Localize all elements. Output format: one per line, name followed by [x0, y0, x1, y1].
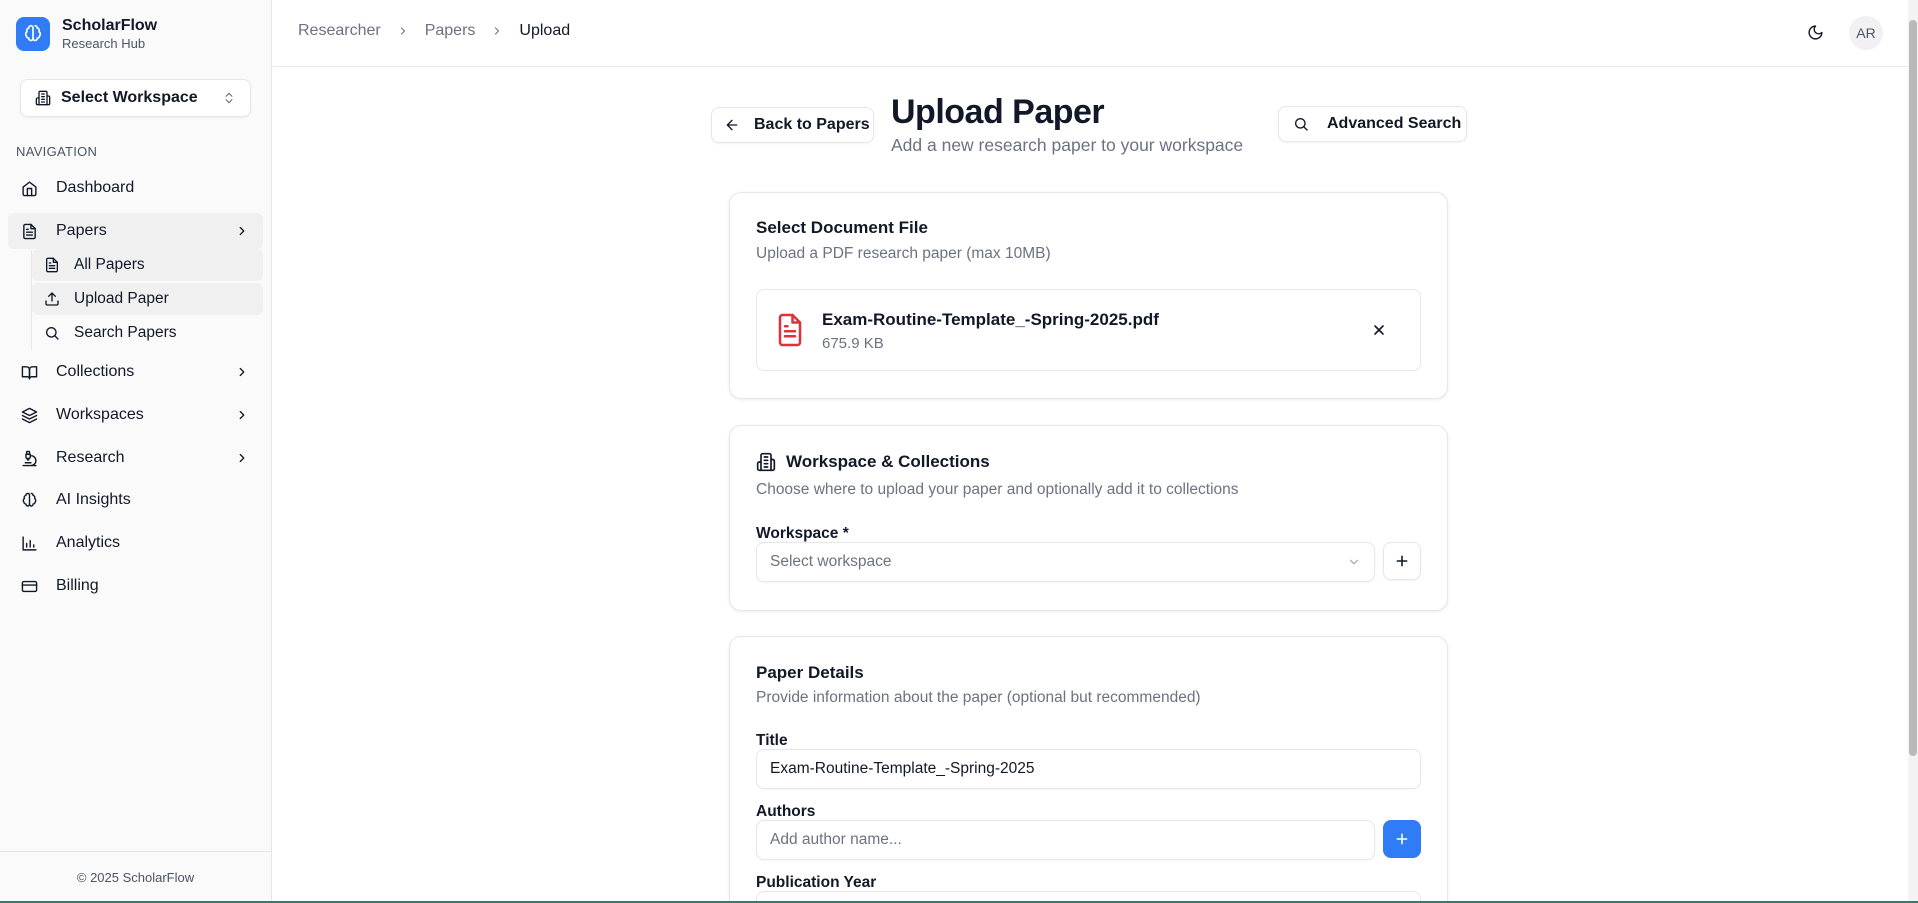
workspace-label: Workspace *	[756, 525, 849, 542]
nav-section-title: NAVIGATION	[16, 144, 98, 159]
close-icon	[1371, 322, 1387, 338]
sidebar-subitem-upload-paper[interactable]: Upload Paper	[32, 283, 263, 315]
home-icon	[20, 179, 38, 197]
card-title: Select Document File	[756, 218, 928, 237]
back-to-papers-button[interactable]: Back to Papers	[711, 107, 874, 143]
moon-icon	[1807, 24, 1824, 41]
search-icon	[1293, 116, 1309, 132]
microscope-icon	[20, 449, 38, 467]
sidebar: ScholarFlow Research Hub Select Workspac…	[0, 0, 272, 903]
page-subtitle: Add a new research paper to your workspa…	[891, 135, 1244, 155]
sidebar-item-collections[interactable]: Collections	[8, 354, 263, 390]
sidebar-subitem-search-papers[interactable]: Search Papers	[32, 317, 263, 349]
sidebar-item-analytics[interactable]: Analytics	[8, 525, 263, 561]
sidebar-subitem-label: Search Papers	[74, 324, 177, 341]
author-input[interactable]: Add author name...	[756, 820, 1375, 860]
sidebar-item-label: Billing	[56, 577, 99, 594]
breadcrumb-upload: Upload	[519, 22, 571, 39]
card-title: Workspace & Collections	[786, 452, 990, 471]
sidebar-item-billing[interactable]: Billing	[8, 568, 263, 604]
remove-file-button[interactable]	[1369, 320, 1389, 340]
workspace-selector[interactable]: Select Workspace	[20, 79, 251, 117]
brand-subtitle: Research Hub	[62, 36, 146, 51]
sidebar-item-label: AI Insights	[56, 491, 131, 508]
workspace-select[interactable]: Select workspace	[756, 542, 1375, 582]
title-label: Title	[756, 732, 788, 749]
top-bar: Researcher Papers Upload AR	[273, 0, 1908, 67]
chevron-right-icon	[491, 25, 503, 37]
credit-card-icon	[20, 577, 38, 595]
sidebar-item-papers[interactable]: Papers	[8, 213, 263, 249]
card-description: Choose where to upload your paper and op…	[756, 481, 1239, 498]
sidebar-item-ai-insights[interactable]: AI Insights	[8, 482, 263, 518]
card-title-row: Workspace & Collections	[756, 452, 990, 472]
sidebar-item-label: Research	[56, 449, 125, 466]
brain-logo-icon	[16, 17, 50, 51]
sidebar-item-research[interactable]: Research	[8, 440, 263, 476]
advanced-search-button[interactable]: Advanced Search	[1278, 106, 1467, 142]
workspace-selector-label: Select Workspace	[61, 89, 198, 106]
brand[interactable]: ScholarFlow Research Hub	[16, 16, 157, 52]
workspace-select-value: Select workspace	[770, 553, 892, 570]
sidebar-item-label: Dashboard	[56, 179, 135, 196]
sidebar-footer: © 2025 ScholarFlow	[0, 851, 271, 903]
arrow-left-icon	[724, 117, 740, 133]
bar-chart-icon	[20, 534, 38, 552]
author-input-placeholder: Add author name...	[770, 831, 902, 848]
authors-label: Authors	[756, 803, 816, 820]
file-text-icon	[44, 257, 60, 273]
avatar[interactable]: AR	[1849, 16, 1883, 50]
chevron-right-icon	[235, 451, 249, 465]
file-name: Exam-Routine-Template_-Spring-2025.pdf	[822, 310, 1159, 329]
paper-details-card: Paper Details Provide information about …	[729, 636, 1448, 903]
chevron-right-icon	[235, 408, 249, 422]
sidebar-subitem-all-papers[interactable]: All Papers	[32, 249, 263, 281]
brand-name: ScholarFlow	[62, 17, 158, 34]
sidebar-item-dashboard[interactable]: Dashboard	[8, 170, 263, 206]
title-input-value: Exam-Routine-Template_-Spring-2025	[770, 760, 1035, 777]
theme-toggle-button[interactable]	[1803, 20, 1827, 44]
chevron-right-icon	[235, 224, 249, 238]
add-author-button[interactable]	[1383, 820, 1421, 858]
chevron-right-icon	[397, 25, 409, 37]
sidebar-item-label: Papers	[56, 222, 107, 239]
title-input[interactable]: Exam-Routine-Template_-Spring-2025	[756, 749, 1421, 789]
advanced-search-label: Advanced Search	[1327, 115, 1462, 132]
workspace-collections-card: Workspace & Collections Choose where to …	[729, 425, 1448, 611]
sidebar-subitem-label: All Papers	[74, 256, 145, 273]
sidebar-item-label: Workspaces	[56, 406, 144, 423]
chevron-right-icon	[235, 365, 249, 379]
back-to-papers-label: Back to Papers	[754, 116, 870, 133]
selected-file: Exam-Routine-Template_-Spring-2025.pdf 6…	[756, 289, 1421, 371]
breadcrumb-papers[interactable]: Papers	[425, 22, 476, 40]
card-description: Provide information about the paper (opt…	[756, 689, 1201, 706]
chevrons-up-down-icon	[222, 91, 236, 105]
brain-icon	[20, 491, 38, 509]
breadcrumb-researcher[interactable]: Researcher	[298, 22, 381, 40]
page-title: Upload Paper	[891, 93, 1105, 131]
building-icon	[35, 90, 51, 106]
book-open-icon	[20, 363, 38, 381]
pdf-file-icon	[775, 312, 805, 348]
plus-icon	[1394, 831, 1410, 847]
card-title: Paper Details	[756, 663, 864, 682]
file-text-icon	[20, 222, 38, 240]
breadcrumb: Researcher Papers Upload	[298, 22, 570, 40]
layers-icon	[20, 406, 38, 424]
scrollbar-thumb[interactable]	[1909, 20, 1917, 756]
chevron-down-icon	[1347, 555, 1361, 569]
document-file-card: Select Document File Upload a PDF resear…	[729, 192, 1448, 399]
file-size: 675.9 KB	[822, 335, 884, 352]
building-icon	[756, 452, 776, 472]
search-icon	[44, 325, 60, 341]
sidebar-item-workspaces[interactable]: Workspaces	[8, 397, 263, 433]
publication-year-label: Publication Year	[756, 874, 877, 891]
plus-icon	[1394, 553, 1410, 569]
card-description: Upload a PDF research paper (max 10MB)	[756, 245, 1051, 262]
add-workspace-button[interactable]	[1383, 542, 1421, 580]
upload-icon	[44, 291, 60, 307]
sidebar-item-label: Analytics	[56, 534, 121, 551]
sidebar-item-label: Collections	[56, 363, 135, 380]
sidebar-subitem-label: Upload Paper	[74, 290, 169, 307]
